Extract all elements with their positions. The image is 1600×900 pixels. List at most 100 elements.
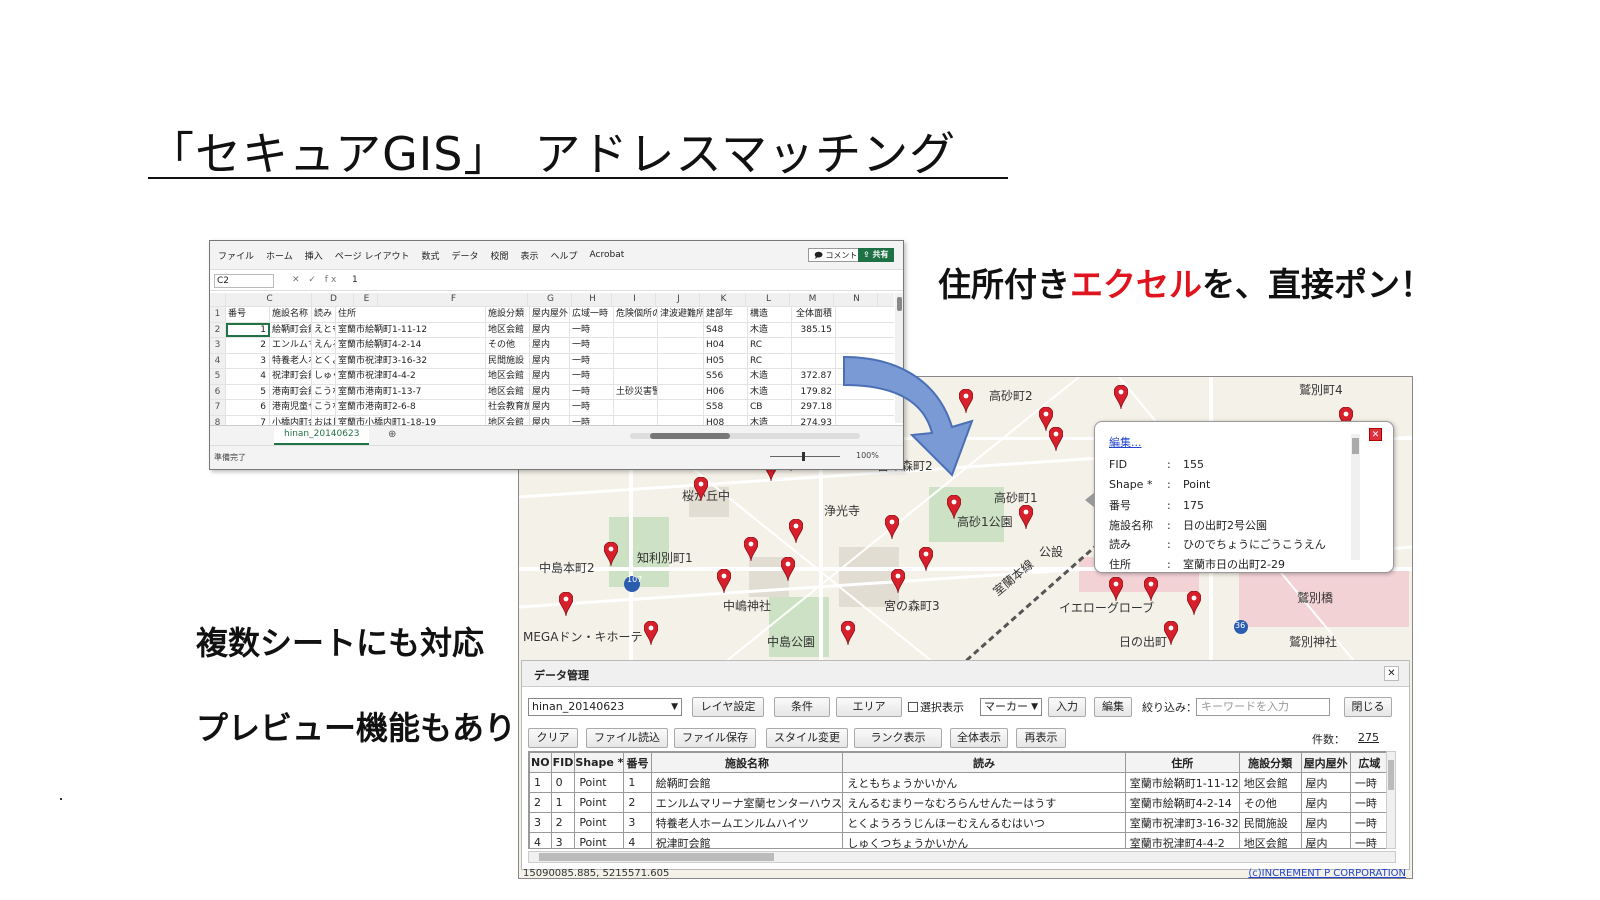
table-column-header[interactable]: NO [529,752,552,773]
sheet-horizontal-scrollbar[interactable] [630,433,860,439]
sheet-cell[interactable]: 室蘭市絵鞆町1-11-12 [336,322,486,337]
sheet-cell[interactable]: 室蘭市港南町1-13-7 [336,384,486,399]
sheet-cell[interactable]: 屋内 [530,338,570,353]
sheet-cell[interactable] [658,400,704,415]
sheet-cell[interactable]: 港南町会館 [270,384,312,399]
scroll-thumb[interactable] [539,853,774,861]
map-pin-icon[interactable] [1164,621,1178,645]
sheet-cell[interactable]: 木造 [748,384,792,399]
comment-button[interactable]: 🗩 コメント [808,248,864,262]
sheet-cell[interactable]: 全体面積 [792,307,836,322]
sheet-cell[interactable]: 津波避難所 [658,307,704,322]
name-box[interactable]: C2 [214,274,274,288]
formula-icons[interactable]: ✕ ✓ fx [292,275,339,285]
sheet-cell[interactable] [658,353,704,368]
scroll-thumb[interactable] [650,433,730,439]
sheet-cell[interactable]: 297.18 [792,400,836,415]
table-column-header[interactable]: 番号 [623,752,652,773]
sheet-cell[interactable]: 港南児童セ [270,400,312,415]
column-header[interactable]: C [226,293,312,306]
edit-button[interactable]: 編集 [1094,697,1132,717]
sheet-cell[interactable]: H05 [704,353,748,368]
ribbon-tab[interactable]: 校閲 [490,249,508,262]
sheet-cell[interactable]: 民間施設 [486,353,530,368]
sheet-cell[interactable]: 1 [226,322,270,337]
sheet-cell[interactable]: CB [748,400,792,415]
sheet-cell[interactable]: 2 [226,338,270,353]
sheet-cell[interactable]: 一時 [570,369,614,384]
map-pin-icon[interactable] [559,592,573,616]
table-column-header[interactable]: 屋内屋外 [1300,752,1351,773]
sheet-cell[interactable] [614,369,658,384]
sheet-cell[interactable]: 一時 [570,384,614,399]
sheet-cell[interactable]: 室蘭市祝津町3-16-32 [336,353,486,368]
sheet-cell[interactable]: こうなんち [312,384,336,399]
input-button[interactable]: 入力 [1048,697,1086,717]
popup-edit-link[interactable]: 編集... [1109,434,1142,450]
sheet-cell[interactable]: 室蘭市祝津町4-4-2 [336,369,486,384]
sheet-cell[interactable]: 地区会館 [486,369,530,384]
sheet-cell[interactable]: 土砂災害警 [614,384,658,399]
sheet-cell[interactable]: えともちょ [312,322,336,337]
sheet-cell[interactable]: 179.82 [792,384,836,399]
sheet-cell[interactable]: 屋内屋外 [530,307,570,322]
panel-close-button[interactable]: ✕ [1384,666,1399,681]
map-pin-icon[interactable] [1049,427,1063,451]
add-sheet-icon[interactable]: ⊕ [388,429,396,440]
map-pin-icon[interactable] [717,569,731,593]
map-pin-icon[interactable] [1109,577,1123,601]
sheet-cell[interactable]: 社会教育施 [486,400,530,415]
table-row[interactable]: 4 3 Point 4 祝津町会館 しゅくつちょうかいかん 室蘭市祝津町4-4-2 地区会館屋… [529,832,1389,848]
sheet-cell[interactable]: 5 [226,384,270,399]
column-header[interactable]: N [834,293,878,306]
ribbon-tab[interactable]: ファイル [218,249,254,262]
sheet-cell[interactable]: 室蘭市港南町2-6-8 [336,400,486,415]
sheet-cell[interactable]: 一時 [570,338,614,353]
ribbon-tab[interactable]: ヘルプ [551,249,578,262]
map-pin-icon[interactable] [891,569,905,593]
column-header[interactable]: E [354,293,378,306]
table-vertical-scrollbar[interactable] [1386,751,1396,849]
sheet-cell[interactable] [614,338,658,353]
sheet-cell[interactable]: 広域一時 [570,307,614,322]
sheet-cell[interactable] [658,322,704,337]
ribbon-tab[interactable]: データ [451,249,478,262]
sheet-cell[interactable]: 読み [312,307,336,322]
map-pin-icon[interactable] [919,547,933,571]
column-header[interactable]: H [572,293,612,306]
sheet-cell[interactable]: 地区会館 [486,322,530,337]
sheet-cell[interactable]: 385.15 [792,322,836,337]
sheet-cell[interactable]: 構造 [748,307,792,322]
column-header[interactable]: K [700,293,746,306]
sheet-cell[interactable]: 一時 [570,322,614,337]
map-pin-icon[interactable] [781,557,795,581]
sheet-cell[interactable]: S48 [704,322,748,337]
map-pin-icon[interactable] [1187,591,1201,615]
map-pin-icon[interactable] [644,621,658,645]
table-horizontal-scrollbar[interactable] [528,851,1396,863]
sheet-cell[interactable]: 地区会館 [486,384,530,399]
area-button[interactable]: エリア [836,697,902,717]
sheet-cell[interactable]: 3 [226,353,270,368]
sheet-cell[interactable]: 屋内 [530,322,570,337]
sheet-cell[interactable]: えんるむま [312,338,336,353]
column-header[interactable]: F [378,293,528,306]
marker-select[interactable]: マーカー ▼ [980,698,1042,716]
map-pin-icon[interactable] [604,542,618,566]
popup-scrollbar[interactable] [1351,434,1360,560]
rank-display-button[interactable]: ランク表示 [854,728,942,748]
sheet-cell[interactable] [658,384,704,399]
sheet-cell[interactable]: その他 [486,338,530,353]
column-header[interactable]: J [656,293,700,306]
formula-input[interactable]: 1 [352,275,358,285]
table-row[interactable]: 1 0 Point 1 絵鞆町会館 えともちょうかいかん 室蘭市絵鞆町1-11-12 地区会館… [529,772,1389,793]
sheet-cell[interactable] [614,322,658,337]
scroll-thumb[interactable] [897,297,902,311]
sheet-cell[interactable]: 施設名称 [270,307,312,322]
sheet-cell[interactable] [658,369,704,384]
sheet-cell[interactable] [658,338,704,353]
table-column-header[interactable]: 広域 [1349,752,1389,773]
scroll-thumb[interactable] [1388,760,1394,790]
file-load-button[interactable]: ファイル読込 [586,728,668,748]
sheet-cell[interactable]: 木造 [748,322,792,337]
